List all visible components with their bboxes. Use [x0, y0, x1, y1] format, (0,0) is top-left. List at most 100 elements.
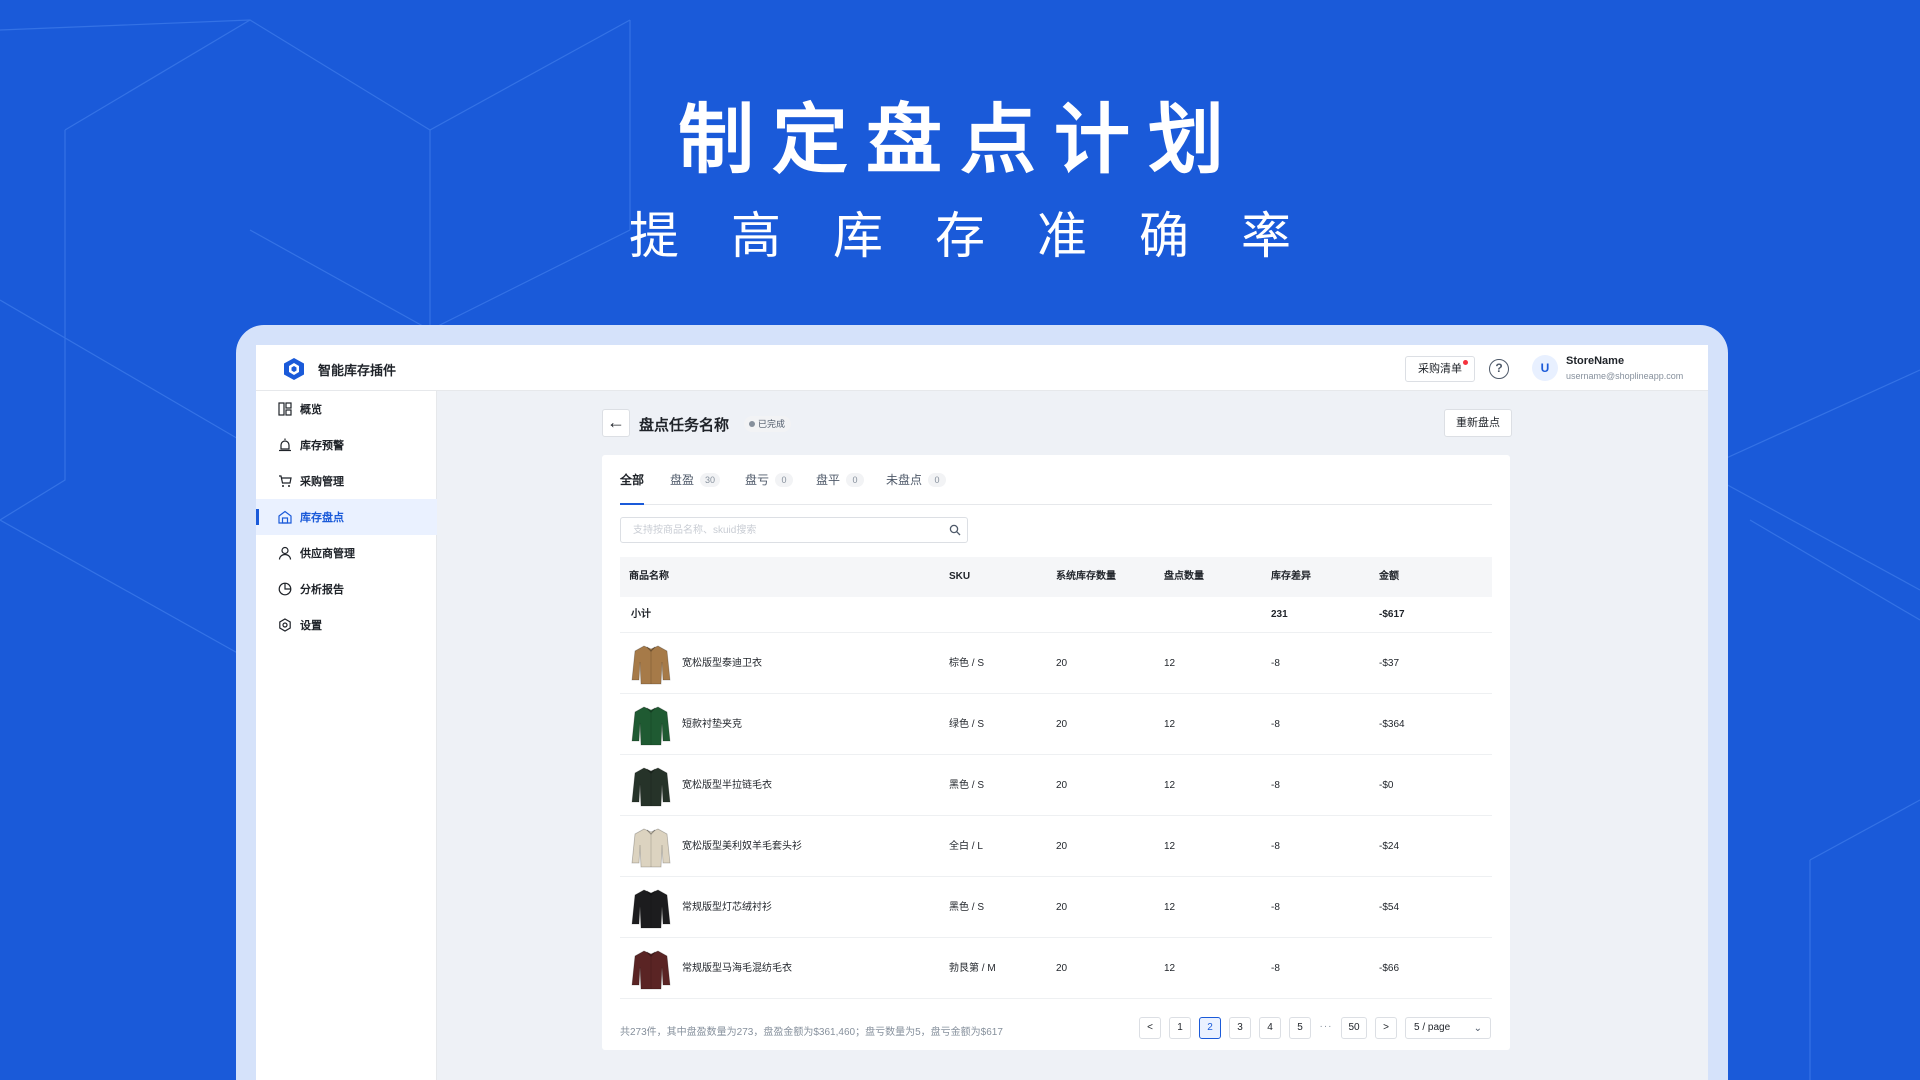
- alarm-icon: [279, 438, 291, 452]
- column-header: 盘点数量: [1164, 571, 1204, 582]
- column-header: 系统库存数量: [1056, 571, 1116, 582]
- page-button[interactable]: 1: [1169, 1017, 1191, 1039]
- tab-all[interactable]: 全部: [620, 469, 645, 505]
- cell-amount: -$24: [1379, 841, 1400, 852]
- sidebar-item-settings[interactable]: 设置: [256, 607, 437, 643]
- sidebar-item-label: 概览: [300, 404, 322, 416]
- chevron-down-icon: ⌄: [1473, 1023, 1482, 1034]
- cell-counted-qty: 12: [1164, 658, 1176, 669]
- page-header: ← 盘点任务名称 已完成: [602, 409, 1502, 439]
- cell-diff: -8: [1271, 902, 1280, 913]
- cell-amount: -$0: [1379, 780, 1394, 791]
- tab-label: 盘平: [816, 473, 841, 487]
- page-size-value: 5 / page: [1414, 1022, 1451, 1033]
- cell-diff: -8: [1271, 841, 1280, 852]
- cell-sku: 勃艮第 / M: [949, 963, 996, 974]
- sidebar-item-stock-alert[interactable]: 库存预警: [256, 427, 437, 463]
- settings-icon: [279, 618, 291, 632]
- page-button-active[interactable]: 2: [1199, 1017, 1221, 1039]
- column-header: SKU: [949, 571, 971, 582]
- table-header: 商品名称 SKU 系统库存数量 盘点数量 库存差异 金额: [620, 557, 1492, 597]
- recount-button[interactable]: 重新盘点: [1444, 409, 1512, 437]
- purchase-list-button[interactable]: 采购清单: [1405, 356, 1475, 382]
- cell-counted-qty: 12: [1164, 902, 1176, 913]
- page-title: 盘点任务名称: [639, 417, 730, 434]
- page-button[interactable]: 3: [1229, 1017, 1251, 1039]
- page-button[interactable]: 5: [1289, 1017, 1311, 1039]
- sidebar: 概览 库存预警 采购管理 库存盘点 供应商管理 分析报告 设置: [256, 391, 437, 1080]
- cell-system-stock: 20: [1056, 780, 1068, 791]
- page-size-select[interactable]: 5 / page ⌄: [1405, 1017, 1491, 1039]
- hero-subtitle: 提高库存准确率: [629, 208, 1343, 264]
- tab-label: 未盘点: [886, 473, 923, 487]
- last-page-button[interactable]: 50: [1341, 1017, 1367, 1039]
- table-row[interactable]: 短款衬垫夹克 绿色 / S 20 12 -8 -$364: [620, 694, 1492, 755]
- cell-diff: -8: [1271, 719, 1280, 730]
- subtotal-diff: 231: [1271, 609, 1288, 620]
- sidebar-item-inventory-count[interactable]: 库存盘点: [256, 499, 437, 535]
- tab-shortage[interactable]: 盘亏 0: [745, 469, 794, 505]
- search-input[interactable]: [620, 517, 968, 543]
- tab-count: 30: [700, 473, 721, 487]
- cell-sku: 黑色 / S: [949, 902, 985, 913]
- tab-surplus[interactable]: 盘盈 30: [670, 469, 721, 505]
- prev-page-button[interactable]: <: [1139, 1017, 1161, 1039]
- subtotal-row: 小计 231 -$617: [620, 597, 1492, 633]
- product-thumbnail: [630, 947, 672, 991]
- sidebar-item-suppliers[interactable]: 供应商管理: [256, 535, 437, 571]
- tab-uncounted[interactable]: 未盘点 0: [886, 469, 947, 505]
- table-row[interactable]: 常规版型灯芯绒衬衫 黑色 / S 20 12 -8 -$54: [620, 877, 1492, 938]
- table-row[interactable]: 常规版型马海毛混纺毛衣 勃艮第 / M 20 12 -8 -$66: [620, 938, 1492, 999]
- tab-label: 盘盈: [670, 473, 695, 487]
- sidebar-item-label: 采购管理: [300, 476, 344, 488]
- cart-icon: [279, 475, 292, 487]
- subtotal-amount: -$617: [1379, 609, 1405, 620]
- tab-count: 0: [928, 473, 947, 487]
- cell-counted-qty: 12: [1164, 963, 1176, 974]
- product-thumbnail: [630, 825, 672, 869]
- sidebar-item-analytics[interactable]: 分析报告: [256, 571, 437, 607]
- table-row[interactable]: 宽松版型半拉链毛衣 黑色 / S 20 12 -8 -$0: [620, 755, 1492, 816]
- sidebar-item-purchase[interactable]: 采购管理: [256, 463, 437, 499]
- user-icon: [278, 546, 292, 560]
- product-name: 短款衬垫夹克: [682, 719, 742, 730]
- arrow-left-icon: ←: [607, 412, 625, 432]
- summary-text: 共273件，其中盘盈数量为273，盘盈金额为$361,460；盘亏数量为5，盘亏…: [620, 1027, 1003, 1038]
- table-row[interactable]: 宽松版型泰迪卫衣 棕色 / S 20 12 -8 -$37: [620, 633, 1492, 694]
- next-page-button[interactable]: >: [1375, 1017, 1397, 1039]
- pie-chart-icon: [278, 582, 292, 596]
- sidebar-item-label: 供应商管理: [300, 548, 355, 560]
- cell-counted-qty: 12: [1164, 841, 1176, 852]
- cell-amount: -$364: [1379, 719, 1405, 730]
- page-button[interactable]: 4: [1259, 1017, 1281, 1039]
- notification-dot: [1463, 360, 1468, 365]
- cell-sku: 棕色 / S: [949, 658, 985, 669]
- cell-system-stock: 20: [1056, 841, 1068, 852]
- back-button[interactable]: ←: [602, 409, 630, 437]
- help-circle-icon[interactable]: ?: [1489, 359, 1509, 379]
- cell-counted-qty: 12: [1164, 719, 1176, 730]
- cell-system-stock: 20: [1056, 902, 1068, 913]
- inventory-card: 全部 盘盈 30 盘亏 0 盘平 0 未盘点 0 商品名称 SKU 系统库存数量 盘点数…: [602, 455, 1510, 1050]
- product-name: 常规版型灯芯绒衬衫: [682, 902, 772, 913]
- product-name: 宽松版型半拉链毛衣: [682, 780, 772, 791]
- table-row[interactable]: 宽松版型美利奴羊毛套头衫 全白 / L 20 12 -8 -$24: [620, 816, 1492, 877]
- cell-sku: 绿色 / S: [949, 719, 985, 730]
- search-icon[interactable]: [949, 524, 961, 536]
- tab-count: 0: [846, 473, 865, 487]
- top-bar: 智能库存插件 采购清单 ? U StoreName username@shopl…: [256, 345, 1708, 391]
- cell-system-stock: 20: [1056, 658, 1068, 669]
- cell-amount: -$54: [1379, 902, 1400, 913]
- store-name: StoreName: [1566, 355, 1625, 367]
- avatar[interactable]: U: [1532, 355, 1558, 381]
- sidebar-item-label: 分析报告: [300, 584, 344, 596]
- cell-diff: -8: [1271, 780, 1280, 791]
- app-logo-icon: [284, 358, 304, 380]
- product-name: 宽松版型美利奴羊毛套头衫: [682, 841, 802, 852]
- store-email: username@shoplineapp.com: [1566, 371, 1684, 381]
- sidebar-item-label: 设置: [300, 620, 322, 632]
- subtotal-label: 小计: [631, 609, 651, 620]
- tab-balanced[interactable]: 盘平 0: [816, 469, 865, 505]
- warehouse-icon: [278, 510, 292, 524]
- sidebar-item-overview[interactable]: 概览: [256, 391, 437, 427]
